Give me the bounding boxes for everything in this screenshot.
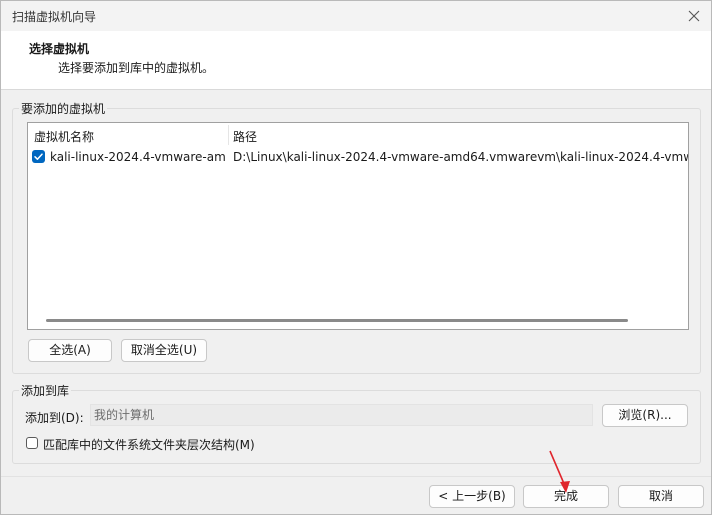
vm-list-header: 虚拟机名称 路径 (28, 123, 688, 147)
wizard-header: 选择虚拟机 选择要添加到库中的虚拟机。 (1, 31, 711, 90)
window-title: 扫描虚拟机向导 (12, 10, 97, 24)
match-hierarchy-label[interactable]: 匹配库中的文件系统文件夹层次结构(M) (43, 436, 255, 453)
back-button[interactable]: < 上一步(B) (429, 485, 515, 508)
select-all-button[interactable]: 全选(A) (28, 339, 112, 362)
red-arrow-annotation (549, 450, 570, 493)
vm-row-checkbox[interactable] (32, 150, 45, 163)
footer-divider (1, 476, 711, 477)
deselect-all-button[interactable]: 取消全选(U) (121, 339, 207, 362)
page-subtitle: 选择要添加到库中的虚拟机。 (58, 61, 215, 75)
cancel-button[interactable]: 取消 (618, 485, 704, 508)
close-button[interactable] (683, 5, 705, 27)
checkmark-icon (34, 153, 43, 160)
page-title: 选择虚拟机 (29, 42, 90, 56)
horizontal-scrollbar[interactable] (46, 319, 628, 322)
add-to-library-group: 添加到库 添加到(D): 我的计算机 浏览(R)... 匹配库中的文件系统文件夹… (12, 382, 701, 464)
scan-vm-wizard-window: 扫描虚拟机向导 选择虚拟机 选择要添加到库中的虚拟机。 要添加的虚拟机 虚拟机名… (0, 0, 712, 515)
title-bar: 扫描虚拟机向导 (1, 1, 711, 31)
add-to-label: 添加到(D): (25, 411, 84, 425)
browse-button[interactable]: 浏览(R)... (602, 404, 688, 427)
match-hierarchy-checkbox[interactable] (26, 437, 38, 449)
add-to-library-group-label: 添加到库 (19, 382, 72, 399)
vm-path-cell: D:\Linux\kali-linux-2024.4-vmware-amd64.… (233, 150, 688, 164)
vm-list[interactable]: 虚拟机名称 路径 kali-linux-2024.4-vmware-amd64 … (27, 122, 689, 330)
column-header-path[interactable]: 路径 (233, 128, 257, 145)
vm-to-add-group: 要添加的虚拟机 虚拟机名称 路径 kali-linux-2024.4-vmwar… (12, 100, 701, 374)
vm-list-row[interactable]: kali-linux-2024.4-vmware-amd64 D:\Linux\… (28, 148, 688, 168)
vm-name-cell: kali-linux-2024.4-vmware-amd64 (50, 150, 226, 164)
column-divider[interactable] (228, 125, 229, 145)
column-header-vm-name[interactable]: 虚拟机名称 (34, 128, 94, 145)
close-icon (688, 10, 700, 22)
vm-to-add-group-label: 要添加的虚拟机 (19, 100, 108, 117)
add-to-field[interactable]: 我的计算机 (90, 404, 593, 426)
